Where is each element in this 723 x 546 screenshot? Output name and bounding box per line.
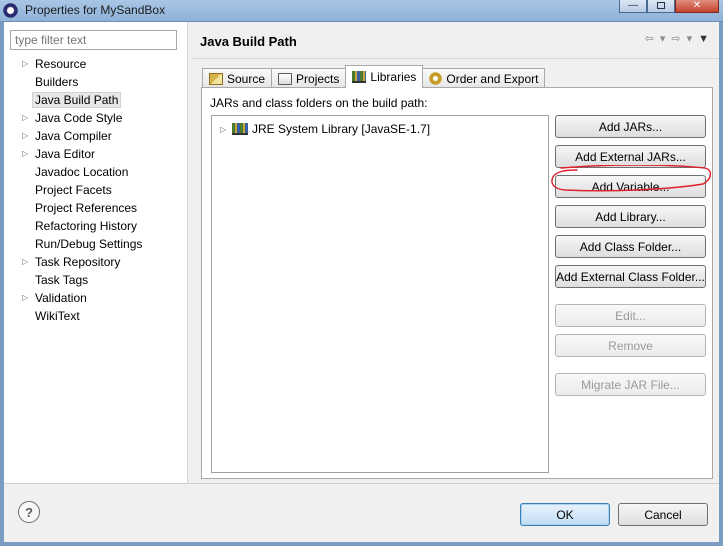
tab-source[interactable]: Source [202,68,273,88]
sidebar-item-resource[interactable]: ▷ Resource [4,55,142,73]
back-arrow-icon[interactable]: ⇦ [645,32,654,45]
libraries-icon [352,71,367,83]
sidebar-item-java-compiler[interactable]: ▷ Java Compiler [4,127,142,145]
tab-label: Libraries [370,70,417,84]
title-bar: Properties for MySandBox — ✕ [0,0,723,22]
window-controls: — ✕ [619,0,719,13]
sidebar-item-label: Refactoring History [35,219,138,233]
back-dropdown-icon[interactable]: ▾ [660,32,666,45]
add-external-class-folder-button[interactable]: Add External Class Folder... [555,265,706,288]
header-divider [192,58,719,59]
sidebar-item-label: Java Editor [35,147,96,161]
window-title: Properties for MySandBox [25,3,166,17]
sidebar-item-label: WikiText [35,309,80,323]
expand-arrow-icon[interactable]: ▷ [22,253,28,271]
sidebar-item-label: Resource [35,57,87,71]
property-pages-pane: ▷ResourceBuildersJava Build Path▷Java Co… [4,22,188,483]
add-jars-button[interactable]: Add JARs... [555,115,706,138]
sidebar-item-wikitext[interactable]: WikiText [4,307,142,325]
source-folder-icon [209,72,223,85]
sidebar-item-refactoring-history[interactable]: Refactoring History [4,217,142,235]
tab-label: Projects [296,71,340,86]
add-library-button[interactable]: Add Library... [555,205,706,228]
history-navigation: ⇦ ▾ ⇨ ▾ ▼ [645,32,709,46]
sidebar-item-label: Run/Debug Settings [35,237,143,251]
tab-label: Order and Export [446,71,539,86]
dialog-client-area: ▷ResourceBuildersJava Build Path▷Java Co… [4,22,719,542]
add-class-folder-button[interactable]: Add Class Folder... [555,235,706,258]
tab-libraries[interactable]: Libraries [345,65,424,88]
sidebar-item-javadoc-location[interactable]: Javadoc Location [4,163,142,181]
close-icon: ✕ [692,0,702,11]
minimize-button[interactable]: — [619,0,647,13]
ok-button[interactable]: OK [520,503,610,526]
expand-arrow-icon[interactable]: ▷ [22,289,28,307]
sidebar-item-java-editor[interactable]: ▷ Java Editor [4,145,142,163]
build-path-tabs: Source Projects Libraries Order and Expo… [202,65,546,88]
expand-arrow-icon[interactable]: ▷ [22,127,28,145]
sidebar-item-label: Project References [35,201,138,215]
page-title: Java Build Path [200,34,297,49]
sidebar-item-label: Task Repository [35,255,121,269]
sidebar-item-label: Validation [35,291,87,305]
edit-button[interactable]: Edit... [555,304,706,327]
sidebar-item-task-repository[interactable]: ▷ Task Repository [4,253,142,271]
sidebar-item-label: Task Tags [35,273,89,287]
library-icon [232,123,248,135]
forward-arrow-icon[interactable]: ⇨ [671,32,680,45]
sidebar-item-project-references[interactable]: Project References [4,199,142,217]
expand-arrow-icon[interactable]: ▷ [220,125,228,134]
sidebar-item-label: Builders [35,75,79,89]
sidebar-item-label: Java Build Path [32,92,122,108]
migrate-jar-button[interactable]: Migrate JAR File... [555,373,706,396]
maximize-icon [657,1,665,9]
libraries-panel: JARs and class folders on the build path… [201,87,713,479]
sidebar-item-label: Project Facets [35,183,112,197]
sidebar-item-java-build-path[interactable]: Java Build Path [4,91,142,109]
forward-dropdown-icon[interactable]: ▾ [687,32,693,45]
sidebar-item-builders[interactable]: Builders [4,73,142,91]
expand-arrow-icon[interactable]: ▷ [22,109,28,127]
expand-arrow-icon[interactable]: ▷ [22,55,28,73]
tab-projects[interactable]: Projects [271,68,347,88]
minimize-icon: — [628,0,638,11]
tab-order-and-export[interactable]: Order and Export [422,68,546,88]
help-icon: ? [25,504,33,520]
sidebar-item-label: Java Code Style [35,111,123,125]
property-pages-tree: ▷ Resource Builders Java Build Path ▷ Java Co… [4,55,142,325]
tab-label: Source [227,71,266,86]
help-button[interactable]: ? [18,501,40,523]
remove-button[interactable]: Remove [555,334,706,357]
add-external-jars-button[interactable]: Add External JARs... [555,145,706,168]
order-export-icon [429,72,443,85]
sidebar-item-project-facets[interactable]: Project Facets [4,181,142,199]
expand-arrow-icon[interactable]: ▷ [22,145,28,163]
eclipse-app-icon [3,3,18,18]
list-item[interactable]: ▷ JRE System Library [JavaSE-1.7] [220,120,430,138]
filter-input[interactable] [10,30,177,50]
close-window-button[interactable]: ✕ [675,0,719,13]
projects-icon [278,72,293,85]
library-entry-label: JRE System Library [JavaSE-1.7] [252,122,431,136]
libraries-tree[interactable]: ▷ JRE System Library [JavaSE-1.7] [211,115,549,473]
libraries-list-label: JARs and class folders on the build path… [210,96,428,110]
sidebar-item-java-code-style[interactable]: ▷ Java Code Style [4,109,142,127]
sidebar-item-run-debug-settings[interactable]: Run/Debug Settings [4,235,142,253]
maximize-button[interactable] [647,0,675,13]
sidebar-item-task-tags[interactable]: Task Tags [4,271,142,289]
add-variable-button[interactable]: Add Variable... [555,175,706,198]
sidebar-item-label: Javadoc Location [35,165,129,179]
sidebar-item-validation[interactable]: ▷ Validation [4,289,142,307]
cancel-button[interactable]: Cancel [618,503,708,526]
sidebar-item-label: Java Compiler [35,129,112,143]
view-menu-icon[interactable]: ▼ [698,33,709,45]
footer-divider [4,483,719,484]
